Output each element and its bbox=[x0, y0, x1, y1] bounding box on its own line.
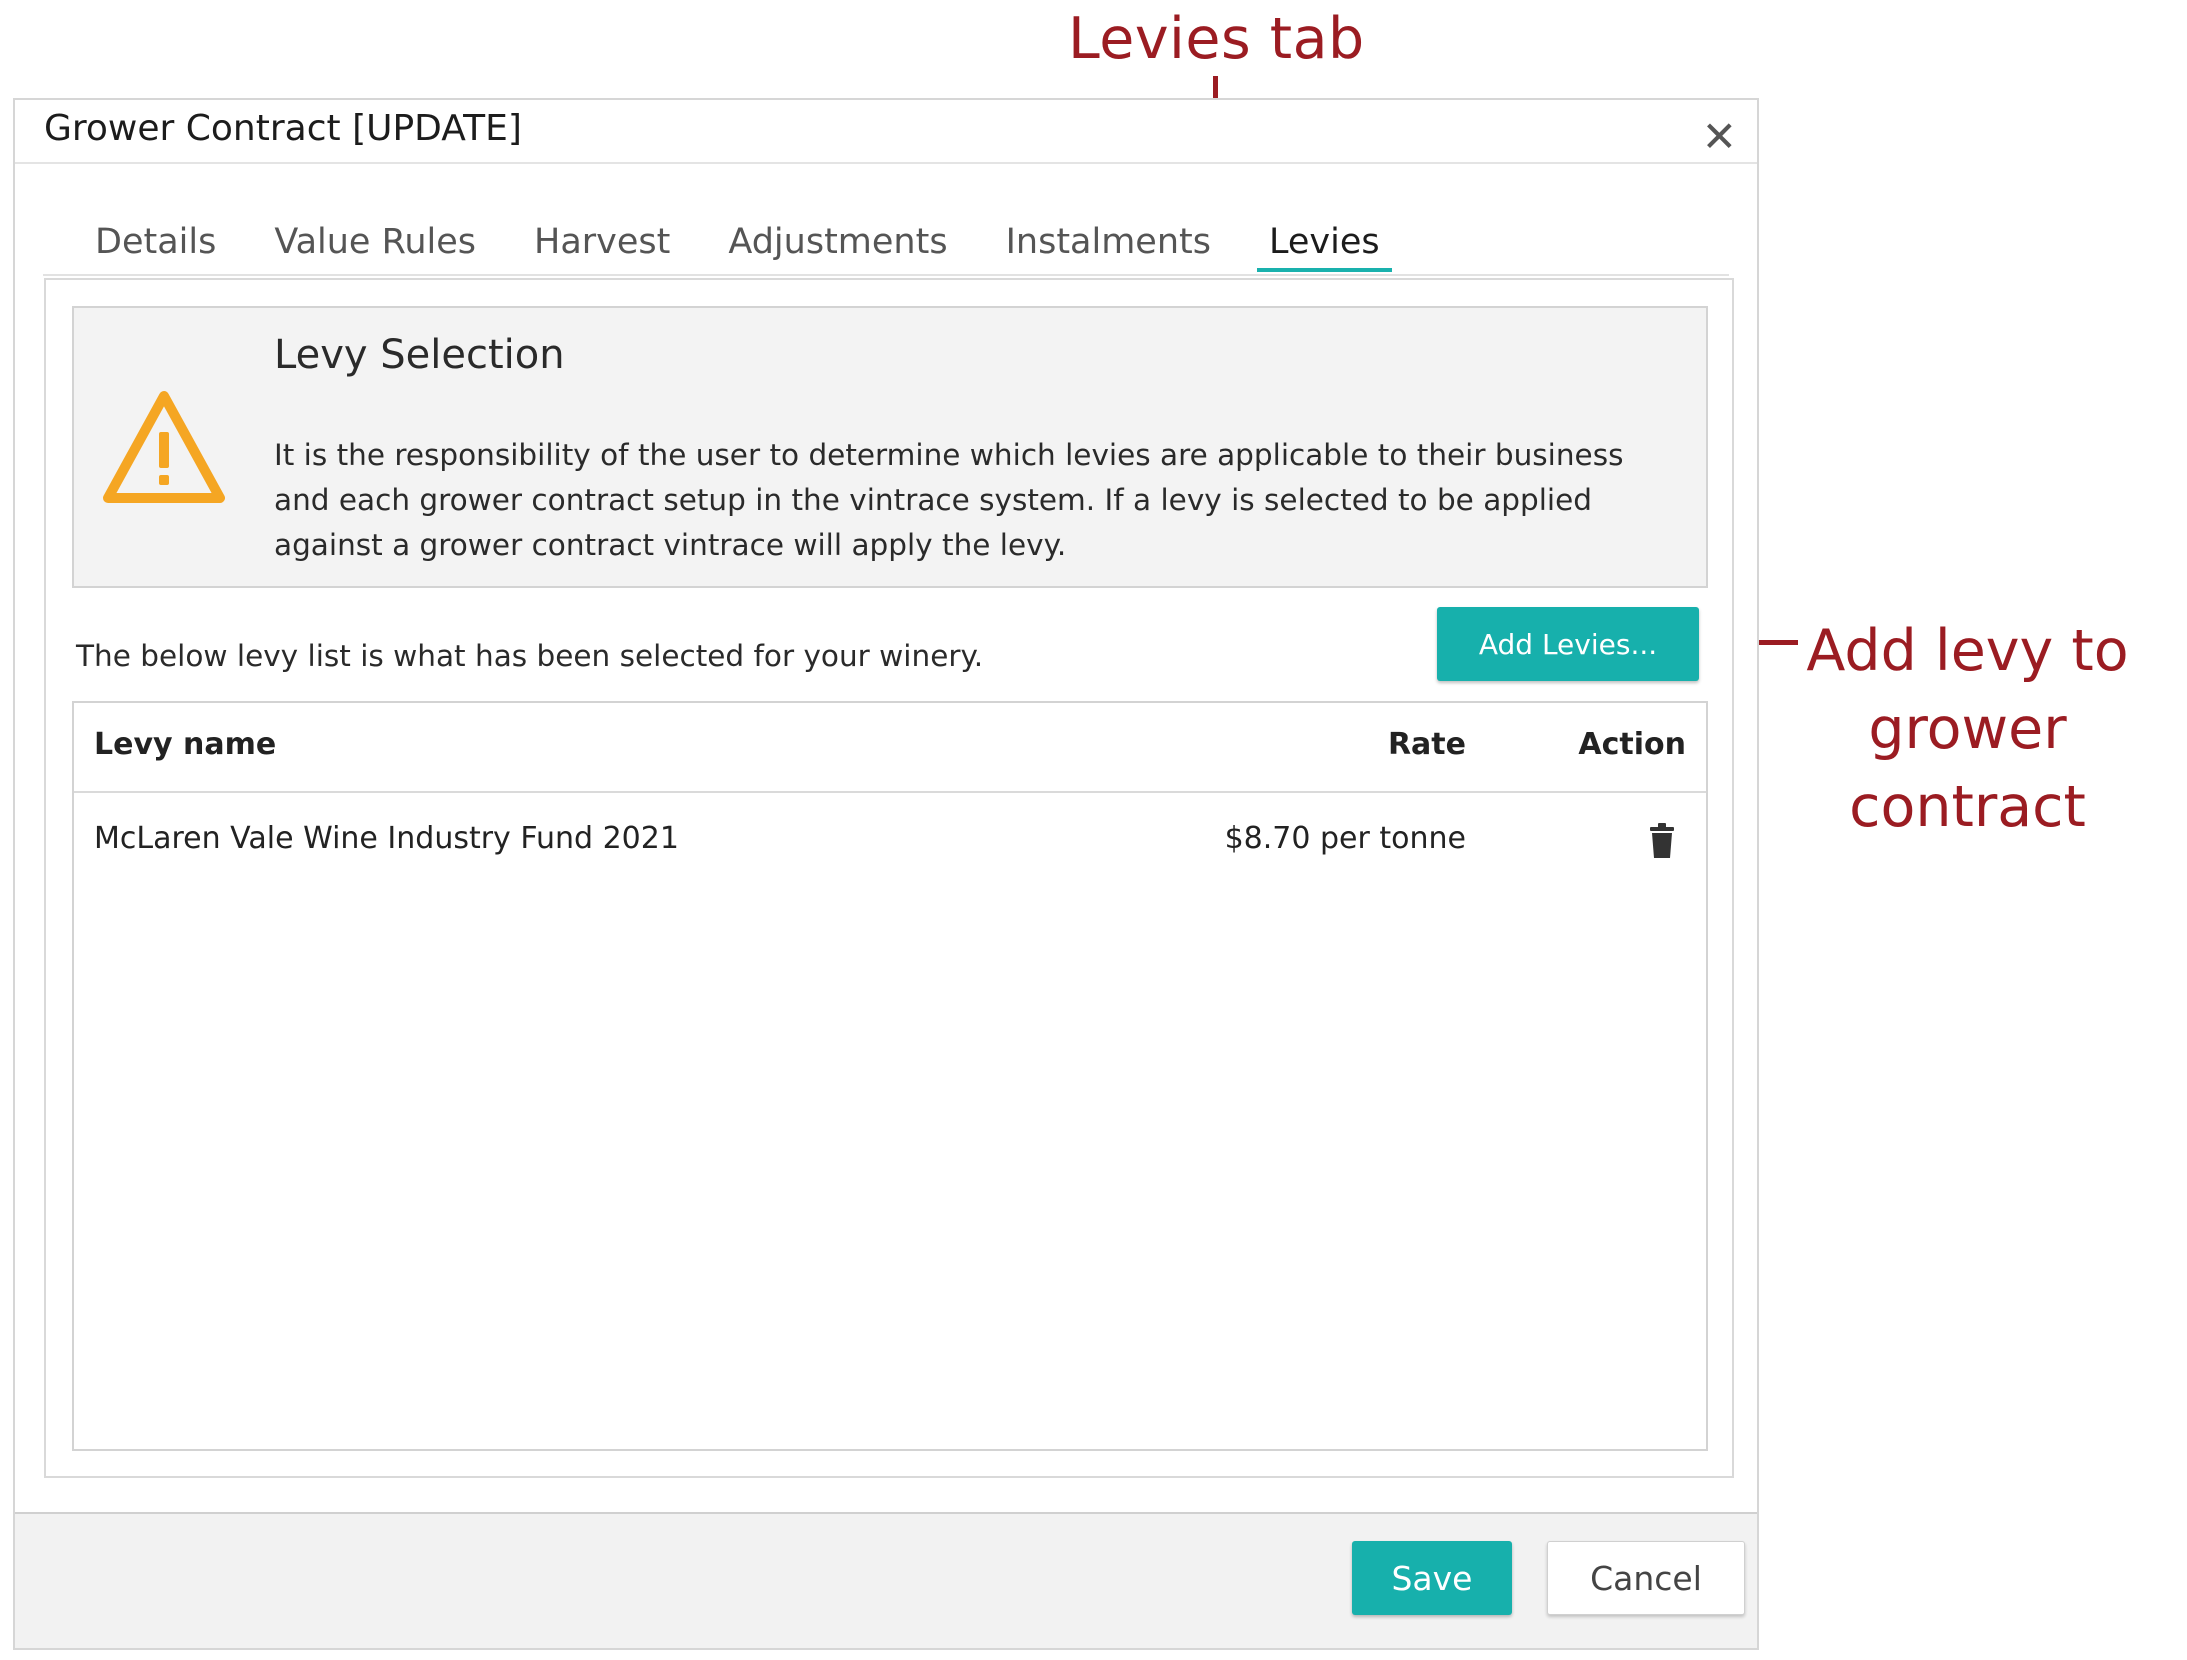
tab-bar: Details Value Rules Harvest Adjustments … bbox=[83, 222, 1392, 272]
trash-icon[interactable] bbox=[1648, 823, 1676, 859]
tab-levies[interactable]: Levies bbox=[1256, 222, 1392, 272]
tabs-divider bbox=[43, 274, 1729, 276]
save-button[interactable]: Save bbox=[1352, 1541, 1512, 1615]
notice-title: Levy Selection bbox=[274, 332, 565, 378]
tab-adjustments[interactable]: Adjustments bbox=[716, 222, 959, 272]
table-row[interactable]: McLaren Vale Wine Industry Fund 2021 $8.… bbox=[74, 793, 1706, 889]
add-levy-callout-line-2: grower bbox=[1868, 696, 2067, 762]
column-header-levy-name[interactable]: Levy name bbox=[94, 727, 276, 762]
tab-value-rules[interactable]: Value Rules bbox=[262, 222, 488, 272]
tab-harvest[interactable]: Harvest bbox=[522, 222, 682, 272]
levy-table: Levy name Rate Action McLaren Vale Wine … bbox=[72, 701, 1708, 1451]
tab-details[interactable]: Details bbox=[83, 222, 228, 272]
grower-contract-dialog: Grower Contract [UPDATE] ✕ Details Value… bbox=[13, 98, 1759, 1650]
levy-rate-cell: $8.70 per tonne bbox=[1224, 821, 1466, 856]
add-levies-button[interactable]: Add Levies... bbox=[1437, 607, 1699, 681]
tab-instalments[interactable]: Instalments bbox=[994, 222, 1223, 272]
column-header-action: Action bbox=[1578, 727, 1686, 762]
dialog-title: Grower Contract [UPDATE] bbox=[44, 108, 522, 149]
column-header-rate[interactable]: Rate bbox=[1388, 727, 1466, 762]
add-levy-callout: Add levy to grower contract bbox=[1795, 612, 2140, 846]
notice-line-2: and each grower contract setup in the vi… bbox=[274, 483, 1592, 517]
cancel-button[interactable]: Cancel bbox=[1547, 1541, 1745, 1615]
levy-list-intro: The below levy list is what has been sel… bbox=[76, 639, 984, 673]
levies-tab-callout: Levies tab bbox=[1068, 6, 1365, 72]
notice-line-3: against a grower contract vintrace will … bbox=[274, 528, 1067, 562]
notice-text: It is the responsibility of the user to … bbox=[274, 433, 1684, 568]
levy-name-cell: McLaren Vale Wine Industry Fund 2021 bbox=[94, 821, 679, 856]
dialog-footer: Save Cancel bbox=[15, 1514, 1757, 1648]
add-levy-callout-line-3: contract bbox=[1849, 774, 2086, 840]
levy-selection-notice: Levy Selection It is the responsibility … bbox=[72, 306, 1708, 588]
close-icon[interactable]: ✕ bbox=[1702, 112, 1737, 161]
warning-icon bbox=[103, 391, 225, 503]
levies-panel: Levy Selection It is the responsibility … bbox=[44, 278, 1734, 1478]
notice-line-1: It is the responsibility of the user to … bbox=[274, 438, 1624, 472]
add-levy-callout-line-1: Add levy to bbox=[1806, 618, 2129, 684]
title-divider bbox=[15, 162, 1757, 164]
